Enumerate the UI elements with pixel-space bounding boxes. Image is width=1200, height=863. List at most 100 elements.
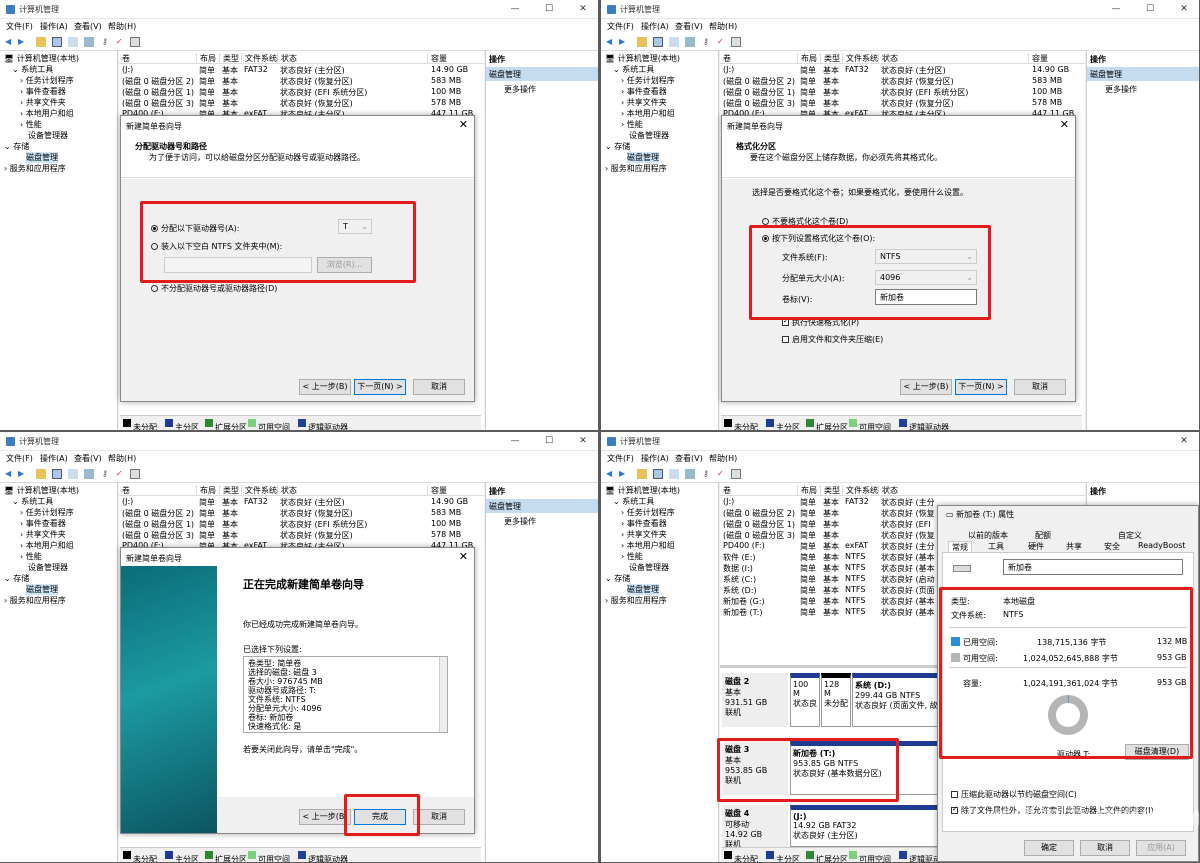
tree-task-scheduler[interactable]: › 任务计划程序 [20,507,74,518]
tree-system-tools[interactable]: ⌄ 系统工具 [613,496,654,507]
tree-device-manager[interactable]: 设备管理器 [28,562,68,573]
view-icon[interactable] [130,469,140,479]
tab-security[interactable]: 安全 [1104,541,1120,552]
back-button[interactable]: < 上一步(B) [299,379,351,395]
tree-performance[interactable]: › 性能 [20,119,42,130]
apply-button[interactable]: 应用(A) [1136,840,1186,856]
menu-help[interactable]: 帮助(H) [108,453,136,464]
col-volume[interactable]: 卷 [119,485,130,496]
scrollbar[interactable] [439,657,447,732]
help-icon[interactable] [68,37,78,47]
disk2-partition-2[interactable]: 128 M 未分配 [821,673,851,727]
radio-icon[interactable] [762,218,769,225]
tree-disk-management[interactable]: 磁盘管理 [627,152,659,163]
tab-hardware[interactable]: 硬件 [1028,541,1044,552]
tree-event-viewer[interactable]: › 事件查看器 [20,518,66,529]
menu-view[interactable]: 查看(V) [74,453,102,464]
menu-action[interactable]: 操作(A) [40,453,68,464]
forward-arrow-icon[interactable]: ▶ [18,469,28,479]
console-icon[interactable] [52,469,62,479]
menu-view[interactable]: 查看(V) [675,21,703,32]
folder-icon[interactable] [637,37,647,47]
forward-arrow-icon[interactable]: ▶ [18,37,28,47]
tree-storage[interactable]: ⌄ 存储 [4,573,29,584]
checkbox-icon[interactable] [782,336,789,343]
tree-local-users[interactable]: › 本地用户和组 [20,108,74,119]
tree-shared-folders[interactable]: › 共享文件夹 [621,529,667,540]
table-row[interactable]: (磁盘 0 磁盘分区 2) 简单 基本 状态良好 (恢复分区) 583 MB [119,76,484,87]
volume-name-input[interactable]: 新加卷 [1003,559,1183,575]
table-row[interactable]: (磁盘 0 磁盘分区 3) 简单 基本 状态良好 (恢复分区) 578 MB [720,98,1085,109]
menu-action[interactable]: 操作(A) [641,21,669,32]
no-letter-option[interactable]: 不分配驱动器号或驱动器路径(D) [151,283,277,294]
close-button[interactable]: ✕ [576,435,590,447]
close-button[interactable]: ✕ [1177,435,1191,447]
properties-icon[interactable] [685,469,695,479]
menu-view[interactable]: 查看(V) [74,21,102,32]
minimize-button[interactable]: — [508,435,522,447]
checkbox-icon[interactable] [951,791,958,798]
table-row[interactable]: (磁盘 0 磁盘分区 1) 简单 基本 状态良好 (EFI 系统分区) 100 MB [720,87,1085,98]
back-arrow-icon[interactable]: ◀ [5,37,15,47]
menu-action[interactable]: 操作(A) [641,453,669,464]
col-type[interactable]: 类型 [219,53,239,64]
tree-storage[interactable]: ⌄ 存储 [605,573,630,584]
tab-quota[interactable]: 配额 [1035,530,1051,541]
console-icon[interactable] [653,469,663,479]
table-row[interactable]: (磁盘 0 磁盘分区 2) 简单 基本 状态良好 (恢复分区) 583 MB [720,76,1085,87]
col-capacity[interactable]: 容量 [427,53,447,64]
dialog-close-button[interactable]: ✕ [1060,118,1069,131]
table-row[interactable]: (J:) 简单 基本 FAT32 状态良好 (主分区) 14.90 GB [720,65,1085,76]
next-button[interactable]: 下一页(N) > [354,379,406,395]
minimize-button[interactable]: — [508,3,522,15]
menu-help[interactable]: 帮助(H) [709,453,737,464]
col-type[interactable]: 类型 [820,485,840,496]
help-icon[interactable] [669,469,679,479]
col-fs[interactable]: 文件系统 [842,485,878,496]
tree-storage[interactable]: ⌄ 存储 [605,141,630,152]
tree-services[interactable]: › 服务和应用程序 [605,595,667,606]
tree-shared-folders[interactable]: › 共享文件夹 [621,97,667,108]
col-layout[interactable]: 布局 [196,53,216,64]
tree-performance[interactable]: › 性能 [20,551,42,562]
menu-action[interactable]: 操作(A) [40,21,68,32]
col-fs[interactable]: 文件系统 [241,53,277,64]
back-arrow-icon[interactable]: ◀ [606,37,616,47]
table-row[interactable]: (磁盘 0 磁盘分区 2) 简单 基本 状态良好 (恢复分区) 583 MB [119,508,484,519]
folder-icon[interactable] [637,469,647,479]
table-row[interactable]: (J:) 简单 基本 FAT32 状态良好 (主分区) 14.90 GB [119,497,484,508]
tree-disk-management[interactable]: 磁盘管理 [26,584,58,595]
properties-icon[interactable] [685,37,695,47]
key-icon[interactable]: ⚷ [703,469,713,479]
tree-event-viewer[interactable]: › 事件查看器 [20,86,66,97]
ok-button[interactable]: 确定 [1024,840,1074,856]
tab-previous-versions[interactable]: 以前的版本 [968,530,1008,541]
col-status[interactable]: 状态 [277,485,297,496]
key-icon[interactable]: ⚷ [102,469,112,479]
tree-device-manager[interactable]: 设备管理器 [28,130,68,141]
cancel-button[interactable]: 取消 [413,809,465,825]
back-button[interactable]: < 上一步(B) [900,379,952,395]
disk2-label[interactable]: 磁盘 2 基本 931.51 GB 联机 [722,673,788,727]
tree-disk-management[interactable]: 磁盘管理 [627,584,659,595]
checkbox-checked-icon[interactable] [782,317,789,326]
settings-summary-box[interactable]: 卷类型: 简单卷 选择的磁盘: 磁盘 3 卷大小: 976745 MB 驱动器号… [243,656,448,733]
tree-disk-management[interactable]: 磁盘管理 [26,152,58,163]
actions-section[interactable]: 磁盘管理 [1087,67,1199,81]
checkbox-checked-icon[interactable] [951,805,958,814]
menu-help[interactable]: 帮助(H) [709,21,737,32]
properties-icon[interactable] [84,469,94,479]
tree-system-tools[interactable]: ⌄ 系统工具 [12,64,53,75]
col-type[interactable]: 类型 [219,485,239,496]
view-icon[interactable] [731,37,741,47]
table-row[interactable]: (磁盘 0 磁盘分区 3) 简单 基本 状态良好 (恢复分区) 578 MB [119,98,484,109]
col-volume[interactable]: 卷 [720,53,731,64]
tab-readyboost[interactable]: ReadyBoost [1138,541,1185,550]
compress-option[interactable]: 启用文件和文件夹压缩(E) [782,334,883,345]
tree-system-tools[interactable]: ⌄ 系统工具 [12,496,53,507]
more-actions[interactable]: 更多操作 [504,516,536,527]
key-icon[interactable]: ⚷ [102,37,112,47]
tree-system-tools[interactable]: ⌄ 系统工具 [613,64,654,75]
tree-root[interactable]: 🖥 计算机管理(本地) [4,485,79,496]
radio-icon[interactable] [151,285,158,292]
